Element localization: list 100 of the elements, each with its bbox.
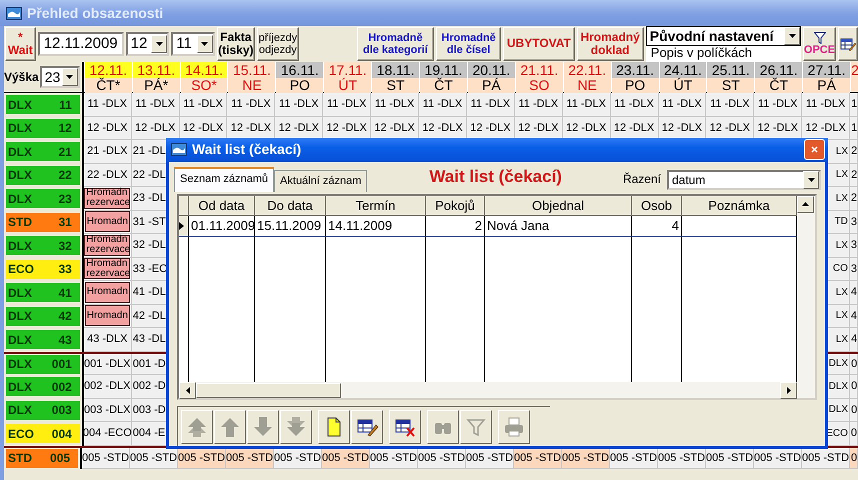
room-tag[interactable]: STD 31 <box>6 212 80 232</box>
grid-cell[interactable]: 005 -STD <box>178 448 226 469</box>
column-header[interactable]: Od data <box>189 196 255 216</box>
toolbar-button[interactable]: UBYTOVAT <box>503 27 574 61</box>
grid-cell[interactable]: 11 -DLX <box>706 93 754 116</box>
grid-cell[interactable]: 11 -DLX <box>802 93 850 116</box>
grid-cell[interactable]: 005 -STD <box>130 448 178 469</box>
room-tag[interactable]: DLX 23 <box>6 189 80 208</box>
room-tag[interactable]: ECO 004 <box>6 424 80 444</box>
grid-cell[interactable]: 002 -DLX <box>84 375 132 398</box>
tool-button[interactable] <box>318 410 350 444</box>
grid-cell[interactable]: 2 <box>850 164 858 187</box>
grid-cell[interactable]: 005 -STD <box>82 448 130 469</box>
grid-cell[interactable]: 0 <box>850 375 858 398</box>
grid-cell[interactable]: 11 -DLX <box>466 93 515 116</box>
room-tag[interactable]: STD 005 <box>6 448 78 468</box>
room-tag[interactable]: DLX 002 <box>6 377 80 396</box>
dropdown-arrow-button[interactable] <box>62 68 78 86</box>
tool-button[interactable] <box>351 410 383 444</box>
table-edit-button[interactable] <box>838 27 858 61</box>
grid-cell[interactable]: 0 <box>850 398 858 422</box>
grid-cell[interactable]: 12 -DLX <box>84 116 132 140</box>
grid-cell[interactable]: 11 -DLX <box>227 93 276 116</box>
toolbar-button[interactable]: příjezdy odjezdy <box>256 27 299 61</box>
room-tag[interactable]: DLX 42 <box>6 306 80 326</box>
column-header[interactable]: Poznámka <box>682 196 797 216</box>
grid-cell[interactable]: 1 <box>850 93 858 116</box>
tool-button[interactable] <box>389 410 421 444</box>
reservation-block[interactable]: Hromadn <box>84 211 130 232</box>
grid-cell[interactable]: 11 -DLX <box>180 93 228 116</box>
room-tag[interactable]: DLX 43 <box>6 330 80 350</box>
toolbar-button[interactable]: Fakta (tisky) <box>216 27 255 61</box>
room-tag[interactable]: DLX 22 <box>6 166 80 185</box>
height-dropdown[interactable]: 23 <box>40 66 80 88</box>
column-header[interactable]: Termín <box>326 196 426 216</box>
view-dropdown[interactable]: Původní nastavení <box>646 26 801 46</box>
grid-cell[interactable]: 005 -STD <box>370 448 418 469</box>
dropdown-arrow-button[interactable] <box>803 170 819 189</box>
grid-cell[interactable]: 11 -DLX <box>562 93 611 116</box>
grid-cell[interactable]: 001 -DLX <box>84 354 132 375</box>
room-tag[interactable]: DLX 003 <box>6 400 80 420</box>
grid-cell[interactable]: 11 -DLX <box>419 93 467 116</box>
room-tag[interactable]: DLX 12 <box>6 118 80 138</box>
grid-cell[interactable]: 21 -DLX <box>84 140 132 164</box>
grid-cell[interactable]: 11 -DLX <box>84 93 132 116</box>
day-dropdown[interactable]: 12 <box>126 32 170 56</box>
room-tag[interactable]: ECO 33 <box>6 260 80 279</box>
grid-cell[interactable]: 005 -STD <box>706 448 754 469</box>
column-header[interactable]: Pokojů <box>426 196 485 216</box>
reservation-block[interactable]: Hromadn <box>84 282 130 303</box>
grid-cell[interactable]: 11 -DLX <box>514 93 563 116</box>
grid-cell[interactable]: 11 -DLX <box>132 93 180 116</box>
room-tag[interactable]: DLX 32 <box>6 236 80 256</box>
grid-cell[interactable]: 0 <box>850 354 858 375</box>
room-tag[interactable]: DLX 21 <box>6 142 80 162</box>
date-field[interactable]: 12.11.2009 <box>38 32 124 56</box>
tab[interactable]: Aktuální záznam <box>274 170 368 192</box>
dropdown-arrow-button[interactable] <box>151 35 168 53</box>
row-header[interactable] <box>179 216 189 237</box>
wait-button[interactable]: * Wait <box>5 27 36 61</box>
grid-cell[interactable]: 005 -STD <box>802 448 850 469</box>
room-tag[interactable]: DLX 001 <box>6 354 80 374</box>
toolbar-button[interactable]: Hromadný doklad <box>576 27 644 61</box>
scroll-up-button[interactable] <box>797 196 814 213</box>
grid-cell[interactable]: 005 -STD <box>754 448 802 469</box>
grid-cell[interactable]: 0 <box>850 448 858 469</box>
grid-cell[interactable]: 005 -STD <box>274 448 322 469</box>
sort-dropdown[interactable]: datum <box>667 170 821 190</box>
grid-cell[interactable]: 11 -DLX <box>323 93 372 116</box>
month-dropdown[interactable]: 11 <box>171 32 215 56</box>
grid-cell[interactable]: 4 <box>850 328 858 352</box>
grid-cell[interactable]: 003 -DLX <box>84 398 132 422</box>
dropdown-arrow-button[interactable] <box>784 27 800 45</box>
grid-cell[interactable]: 005 -STD <box>418 448 466 469</box>
close-button[interactable] <box>804 139 825 160</box>
grid-cell[interactable]: 12 -DLX <box>132 116 180 140</box>
grid-cell[interactable]: 005 -STD <box>226 448 274 469</box>
grid-cell[interactable]: 11 -DLX <box>658 93 706 116</box>
dropdown-arrow-button[interactable] <box>196 35 213 53</box>
toolbar-button[interactable]: Hromadně dle čísel <box>436 27 502 61</box>
column-header[interactable]: Do data <box>255 196 326 216</box>
grid-cell[interactable]: 005 -STD <box>610 448 658 469</box>
grid-cell[interactable]: 11 -DLX <box>754 93 802 116</box>
grid-cell[interactable]: 005 -STD <box>466 448 514 469</box>
room-tag[interactable]: DLX 41 <box>6 283 80 302</box>
grid-cell[interactable]: 005 -STD <box>658 448 706 469</box>
grid-cell[interactable]: 005 -STD <box>322 448 370 469</box>
grid-cell[interactable]: 1 <box>850 116 858 140</box>
scroll-thumb[interactable] <box>196 382 341 398</box>
options-button[interactable]: OPCE <box>803 27 836 61</box>
grid-cell[interactable]: 005 -STD <box>562 448 610 469</box>
grid-cell[interactable]: 11 -DLX <box>275 93 324 116</box>
scroll-right-button[interactable] <box>780 382 797 399</box>
grid-cell[interactable]: 12 -DLX <box>802 116 850 140</box>
grid-cell[interactable]: 22 -DLX <box>84 164 132 187</box>
column-header[interactable]: Osob <box>632 196 682 216</box>
room-tag[interactable]: DLX 11 <box>6 95 80 114</box>
scroll-left-button[interactable] <box>179 382 196 399</box>
grid-cell[interactable]: 43 -DLX <box>84 328 132 352</box>
grid-cell[interactable]: 2 <box>850 140 858 164</box>
